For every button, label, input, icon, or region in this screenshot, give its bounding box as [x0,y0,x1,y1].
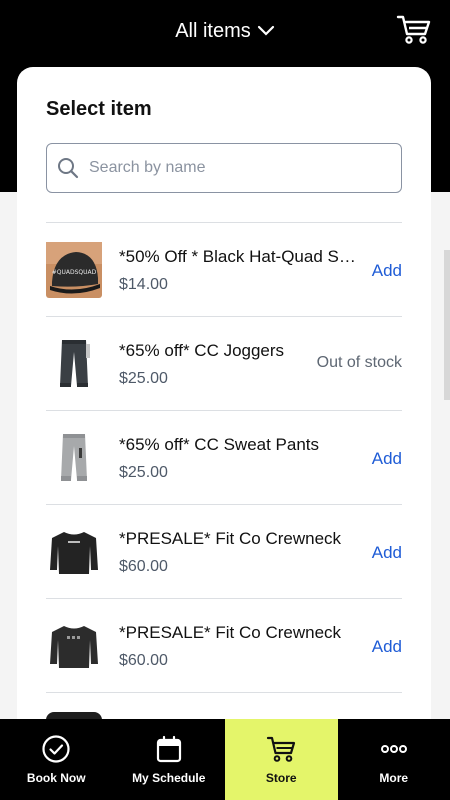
list-item[interactable]: #QUADSQUAD *50% Off * Black Hat-Quad Squ… [46,222,402,316]
product-thumbnail [46,430,102,486]
item-price: $14.00 [119,276,168,293]
nav-store[interactable]: Store [225,719,338,800]
black-hat-image: #QUADSQUAD [46,242,102,298]
add-button[interactable]: Add [372,261,402,281]
cart-icon[interactable] [396,12,432,48]
select-item-sheet: Select item #QUADSQUAD *50% Off * Black … [17,67,431,767]
search-box [46,143,402,193]
item-name: *50% Off * Black Hat-Quad Squad [119,247,359,266]
item-price: $60.00 [119,558,168,575]
svg-text:#QUADSQUAD: #QUADSQUAD [52,269,97,276]
list-item: *65% off* CC Joggers $25.00 Out of stock [46,316,402,410]
add-button[interactable]: Add [372,543,402,563]
nav-label: Book Now [26,771,86,785]
search-icon [58,158,79,179]
list-item[interactable]: *PRESALE* Fit Co Crewneck $60.00 Add [46,504,402,598]
out-of-stock-label: Out of stock [316,354,402,371]
product-thumbnail: #QUADSQUAD [46,242,102,298]
more-dots-icon [380,745,407,753]
item-price: $25.00 [119,370,168,387]
item-list: #QUADSQUAD *50% Off * Black Hat-Quad Squ… [46,222,402,767]
category-dropdown-label: All items [175,19,251,42]
nav-label: More [379,771,409,785]
calendar-icon [156,735,181,763]
item-price: $25.00 [119,464,168,481]
nav-book-now[interactable]: Book Now [0,719,113,800]
item-price: $60.00 [119,652,168,669]
black-crewneck-2-image [50,626,98,668]
item-name: *PRESALE* Fit Co Crewneck [119,623,342,642]
check-circle-icon [42,735,70,763]
product-thumbnail [46,524,102,580]
sheet-title: Select item [46,98,152,120]
bottom-nav: Book Now My Schedule Store More [0,719,450,800]
add-button[interactable]: Add [372,449,402,469]
top-header: All items [0,0,450,64]
list-item[interactable]: *PRESALE* Fit Co Crewneck $60.00 Add [46,598,402,692]
nav-my-schedule[interactable]: My Schedule [113,719,226,800]
add-button[interactable]: Add [372,637,402,657]
nav-label: Store [265,771,297,785]
list-item[interactable]: *65% off* CC Sweat Pants $25.00 Add [46,410,402,504]
nav-label: My Schedule [132,771,206,785]
nav-more[interactable]: More [338,719,450,800]
item-name: *65% off* CC Sweat Pants [119,435,320,454]
black-crewneck-image [50,532,98,574]
item-name: *PRESALE* Fit Co Crewneck [119,529,342,548]
category-dropdown[interactable]: All items [175,20,275,43]
cart-icon [267,736,296,762]
product-thumbnail [46,618,102,674]
grey-sweatpants-image [61,434,87,481]
product-thumbnail [46,336,102,392]
chevron-down-icon [257,25,274,36]
scrollbar-thumb[interactable] [444,250,450,400]
search-input[interactable] [89,159,389,177]
black-joggers-image [60,340,90,387]
